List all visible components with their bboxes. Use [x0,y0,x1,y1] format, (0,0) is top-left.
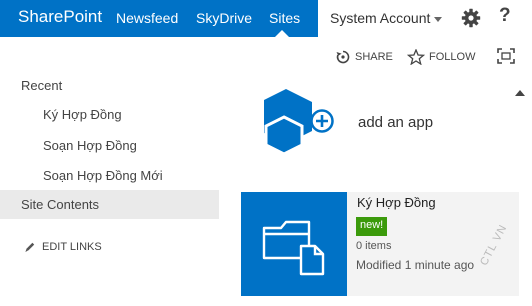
chevron-down-icon [434,16,443,22]
follow-button[interactable]: FOLLOW [406,48,476,66]
pencil-icon [25,242,35,253]
quick-launch-recent-heading[interactable]: Recent [21,78,62,93]
site-contents-link[interactable]: Site Contents [0,190,219,219]
library-tile-icon[interactable] [241,192,347,296]
active-nav-indicator [275,30,289,37]
item-count: 0 items [356,240,392,252]
modified-time: Modified 1 minute ago [356,258,475,272]
focus-on-content-icon[interactable] [497,48,515,64]
add-an-app-link[interactable]: add an app [358,114,433,131]
follow-label: FOLLOW [429,50,476,63]
account-name: System Account [330,10,431,26]
quick-launch-item[interactable]: Ký Hợp Đồng [43,107,122,122]
edit-links-button[interactable]: EDIT LINKS [24,241,102,253]
star-icon [406,48,426,66]
add-app-icon[interactable] [258,87,338,159]
suite-bar: SharePoint Newsfeed SkyDrive Sites Syste… [0,0,532,37]
new-badge: new! [356,217,388,236]
nav-skydrive[interactable]: SkyDrive [196,10,252,26]
quick-launch-item[interactable]: Soạn Hợp Đồng [43,138,137,153]
folder-document-icon [262,220,325,276]
nav-sites[interactable]: Sites [269,10,300,26]
site-contents-label: Site Contents [21,197,100,212]
edit-links-label: EDIT LINKS [42,241,102,253]
scroll-up-arrow-icon[interactable] [515,90,525,96]
account-menu[interactable]: System Account [330,10,443,26]
share-label: SHARE [355,50,393,63]
help-button[interactable]: ? [499,5,511,27]
nav-newsfeed[interactable]: Newsfeed [116,10,178,26]
quick-launch-item[interactable]: Soạn Hợp Đồng Mới [43,168,163,183]
gear-icon[interactable] [461,8,481,28]
library-title[interactable]: Ký Hợp Đồng [357,195,436,210]
share-icon [336,50,350,64]
share-button[interactable]: SHARE [335,49,393,65]
sharepoint-brand[interactable]: SharePoint [18,7,102,27]
